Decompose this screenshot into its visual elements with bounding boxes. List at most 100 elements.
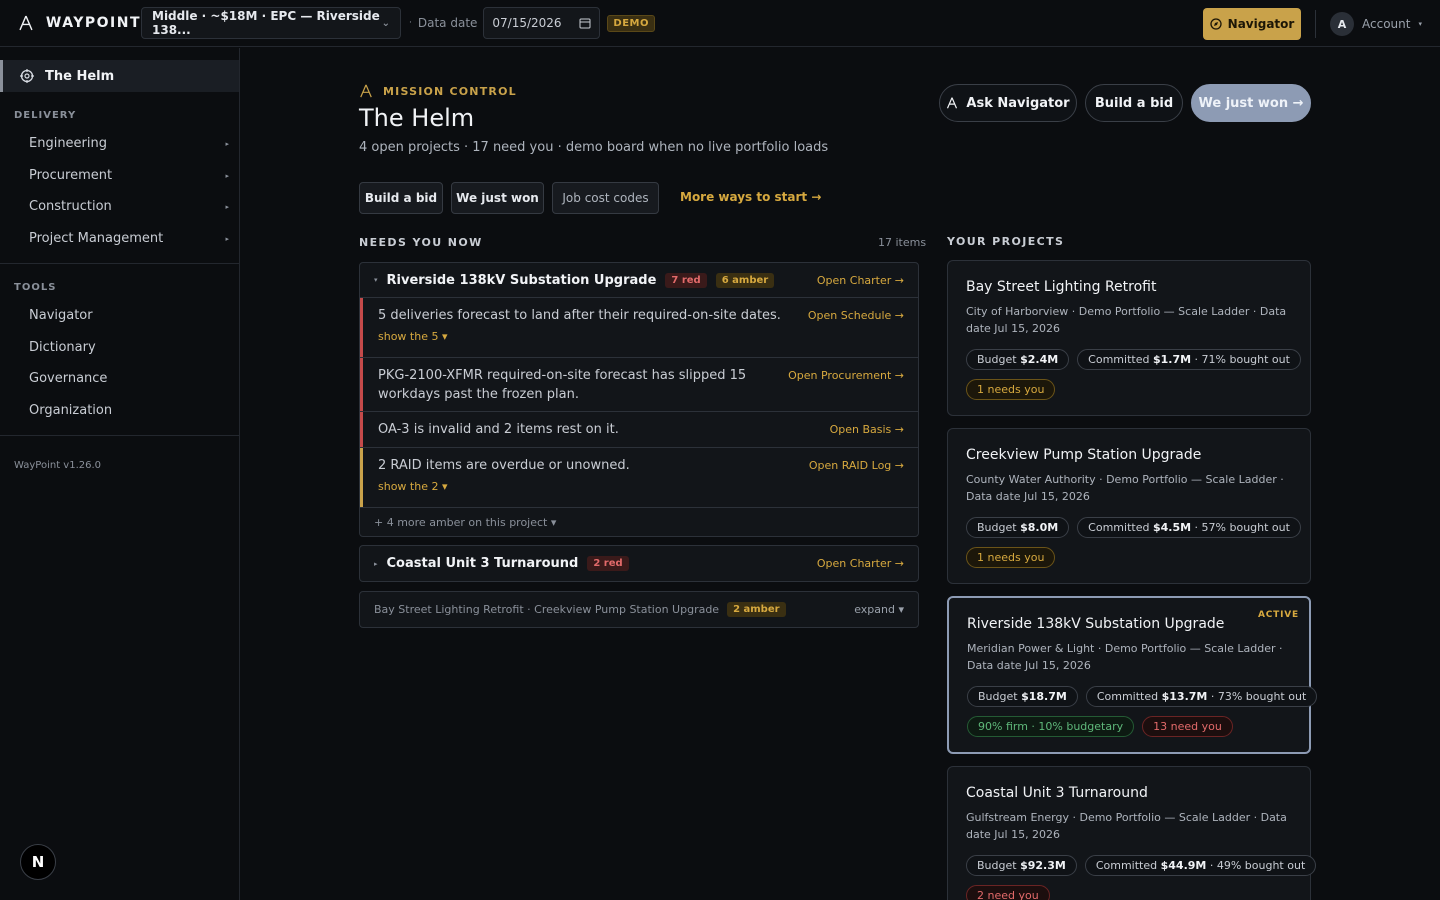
- needs-group-header[interactable]: Bay Street Lighting Retrofit · Creekview…: [360, 592, 918, 627]
- project-card[interactable]: Coastal Unit 3 Turnaround Gulfstream Ene…: [947, 766, 1317, 900]
- navigator-button[interactable]: Navigator: [1203, 8, 1301, 40]
- project-card-active[interactable]: ACTIVE Riverside 138kV Substation Upgrad…: [947, 596, 1318, 754]
- show-toggle[interactable]: show the 5 ▾: [378, 330, 904, 343]
- committed-chip: Committed $1.7M · 71% bought out: [1077, 349, 1301, 370]
- needs-you-badge[interactable]: 1 needs you: [966, 379, 1056, 400]
- sidebar-item-construction[interactable]: Construction ▸: [29, 199, 229, 214]
- mission-control-kicker: MISSION CONTROL: [359, 84, 517, 98]
- chevron-down-icon: ⌄: [381, 17, 390, 29]
- expand-link[interactable]: expand ▾: [854, 603, 904, 616]
- nextjs-dev-badge[interactable]: N: [20, 844, 56, 880]
- calendar-icon[interactable]: [579, 17, 591, 29]
- sidebar-item-the-helm[interactable]: The Helm: [0, 60, 239, 92]
- open-basis-link[interactable]: Open Basis →: [830, 423, 904, 436]
- bought-out-text: · 49% bought out: [1209, 859, 1306, 872]
- sidebar-item-governance[interactable]: Governance: [29, 371, 229, 386]
- project-title: Riverside 138kV Substation Upgrade: [967, 616, 1225, 632]
- budget-label: Budget: [977, 859, 1017, 872]
- data-date-input[interactable]: 07/15/2026: [483, 7, 601, 39]
- sidebar-item-dictionary[interactable]: Dictionary: [29, 340, 229, 355]
- project-selector[interactable]: Middle · ~$18M · EPC — Riverside 138... …: [141, 7, 401, 39]
- build-bid-button[interactable]: Build a bid: [1085, 84, 1183, 122]
- committed-chip: Committed $13.7M · 73% bought out: [1085, 686, 1318, 707]
- open-schedule-link[interactable]: Open Schedule →: [808, 309, 904, 322]
- section-label-delivery: DELIVERY: [14, 110, 77, 121]
- needs-you-badge[interactable]: 2 need you: [966, 885, 1050, 900]
- open-charter-link[interactable]: Open Charter →: [817, 557, 904, 570]
- project-card[interactable]: Creekview Pump Station Upgrade County Wa…: [947, 428, 1311, 584]
- sidebar-item-engineering[interactable]: Engineering ▸: [29, 136, 229, 151]
- sidebar: The Helm DELIVERY Engineering ▸ Procureme…: [0, 48, 240, 900]
- needs-group-coastal: ▸ Coastal Unit 3 Turnaround 2 red Open C…: [359, 545, 919, 582]
- divider: [0, 435, 239, 436]
- navigator-button-label: Navigator: [1227, 17, 1295, 31]
- needs-group-header[interactable]: ▸ Coastal Unit 3 Turnaround 2 red Open C…: [360, 546, 918, 581]
- budget-value: $92.3M: [1020, 859, 1066, 872]
- bought-out-text: · 73% bought out: [1210, 690, 1307, 703]
- demo-badge: DEMO: [607, 14, 655, 32]
- waypoint-logo-icon: [947, 97, 958, 109]
- needs-you-badge[interactable]: 1 needs you: [966, 547, 1056, 568]
- sidebar-item-label: Organization: [29, 403, 113, 418]
- sidebar-item-navigator[interactable]: Navigator: [29, 308, 229, 323]
- needs-group-name: Coastal Unit 3 Turnaround: [386, 556, 579, 571]
- severity-bar-red: [360, 358, 363, 411]
- needs-group-header[interactable]: ▾ Riverside 138kV Substation Upgrade 7 r…: [360, 263, 918, 298]
- committed-label: Committed: [1088, 353, 1150, 366]
- amber-count-badge: 6 amber: [715, 272, 775, 288]
- committed-value: $4.5M: [1152, 521, 1192, 534]
- version-label: WayPoint v1.26.0: [14, 460, 102, 471]
- firm-budgetary-badge: 90% firm · 10% budgetary: [967, 716, 1135, 737]
- quick-we-just-won-button[interactable]: We just won: [451, 182, 544, 214]
- project-meta: City of Harborview · Demo Portfolio — Sc…: [966, 305, 1287, 335]
- committed-value: $44.9M: [1160, 859, 1207, 872]
- project-card[interactable]: Bay Street Lighting Retrofit City of Har…: [947, 260, 1311, 416]
- ask-navigator-button[interactable]: Ask Navigator: [939, 84, 1077, 122]
- more-ways-link[interactable]: More ways to start →: [680, 190, 821, 204]
- budget-chip: Budget $8.0M: [966, 517, 1070, 538]
- bought-out-text: · 57% bought out: [1194, 521, 1290, 534]
- divider: [1315, 10, 1316, 38]
- sidebar-item-project-management[interactable]: Project Management ▸: [29, 231, 229, 246]
- severity-bar-red: [360, 298, 363, 357]
- kicker-label: MISSION CONTROL: [383, 84, 517, 98]
- budget-chip: Budget $2.4M: [966, 349, 1070, 370]
- divider: [0, 263, 239, 264]
- job-cost-codes-button[interactable]: Job cost codes: [552, 182, 659, 214]
- page-subtitle: 4 open projects · 17 need you · demo boa…: [359, 140, 829, 155]
- sidebar-item-label: Construction: [29, 199, 112, 214]
- helm-wheel-icon: [20, 69, 34, 83]
- budget-value: $2.4M: [1020, 353, 1059, 366]
- show-toggle[interactable]: show the 2 ▾: [378, 480, 904, 493]
- quick-build-bid-button[interactable]: Build a bid: [359, 182, 443, 214]
- data-date-value: 07/15/2026: [492, 16, 562, 30]
- bought-out-text: · 71% bought out: [1194, 353, 1290, 366]
- needs-item: 5 deliveries forecast to land after thei…: [360, 298, 918, 358]
- needs-item: OA-3 is invalid and 2 items rest on it. …: [360, 412, 918, 448]
- committed-value: $1.7M: [1152, 353, 1192, 366]
- sidebar-item-label: Navigator: [29, 308, 93, 323]
- needs-you-badge[interactable]: 13 need you: [1142, 716, 1233, 737]
- brand[interactable]: WAYPOINT: [18, 15, 141, 31]
- project-title: Coastal Unit 3 Turnaround: [966, 785, 1148, 801]
- avatar: A: [1330, 12, 1354, 36]
- project-title: Bay Street Lighting Retrofit: [966, 279, 1157, 295]
- chevron-right-icon: ▸: [225, 171, 229, 180]
- amber-count-badge: 2 amber: [727, 602, 786, 617]
- we-just-won-button[interactable]: We just won →: [1191, 84, 1311, 122]
- committed-value: $13.7M: [1161, 690, 1208, 703]
- sidebar-item-organization[interactable]: Organization: [29, 403, 229, 418]
- chevron-right-icon: ▸: [225, 234, 229, 243]
- account-menu[interactable]: A Account ▾: [1330, 12, 1422, 36]
- needs-group-collapsed: Bay Street Lighting Retrofit · Creekview…: [359, 591, 919, 628]
- more-amber-toggle[interactable]: + 4 more amber on this project ▾: [360, 508, 918, 536]
- needs-item: PKG-2100-XFMR required-on-site forecast …: [360, 358, 918, 412]
- chevron-down-icon: ▾: [1418, 20, 1422, 28]
- sidebar-item-procurement[interactable]: Procurement ▸: [29, 168, 229, 183]
- committed-chip: Committed $4.5M · 57% bought out: [1077, 517, 1301, 538]
- open-procurement-link[interactable]: Open Procurement →: [788, 369, 904, 382]
- red-count-badge: 2 red: [587, 556, 629, 571]
- open-raid-log-link[interactable]: Open RAID Log →: [809, 459, 904, 472]
- open-charter-link[interactable]: Open Charter →: [817, 274, 904, 287]
- account-label: Account: [1362, 17, 1411, 31]
